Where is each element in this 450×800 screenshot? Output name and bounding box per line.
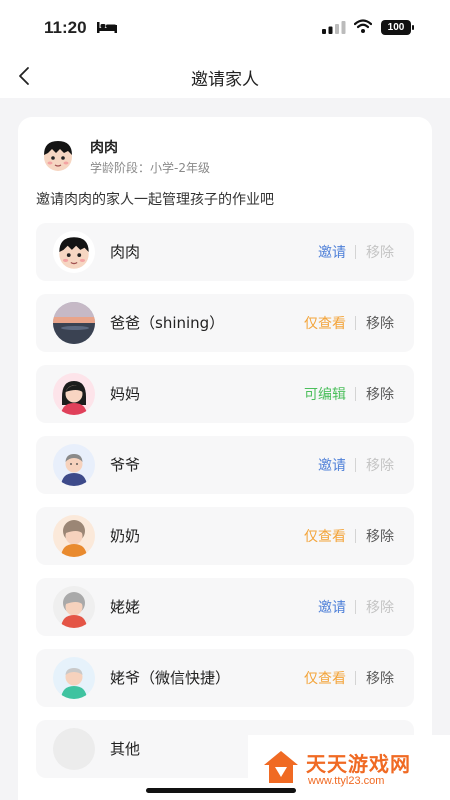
dad-avatar xyxy=(53,302,95,344)
view-only-permission[interactable]: 仅查看 xyxy=(304,526,346,546)
divider xyxy=(355,529,356,543)
remove-button[interactable]: 移除 xyxy=(366,668,394,688)
divider xyxy=(355,458,356,472)
status-bar: 11:20 100 xyxy=(0,0,450,54)
mom-avatar xyxy=(53,373,95,415)
divider xyxy=(355,316,356,330)
remove-button[interactable]: 移除 xyxy=(366,384,394,404)
view-only-permission[interactable]: 仅查看 xyxy=(304,313,346,333)
child-name: 肉肉 xyxy=(90,140,118,156)
family-row-rourou[interactable]: 肉肉 邀请 移除 xyxy=(36,223,414,281)
family-row-maternal-grandpa[interactable]: 姥爷（微信快捷） 仅查看 移除 xyxy=(36,649,414,707)
invite-button[interactable]: 邀请 xyxy=(318,597,346,617)
editable-permission[interactable]: 可编辑 xyxy=(304,384,346,404)
cellular-signal-icon xyxy=(322,21,346,34)
home-indicator[interactable] xyxy=(146,788,296,793)
family-row-grandpa[interactable]: 爷爷 邀请 移除 xyxy=(36,436,414,494)
member-name: 奶奶 xyxy=(110,527,141,545)
family-row-grandma[interactable]: 奶奶 仅查看 移除 xyxy=(36,507,414,565)
member-name: 爸爸（shining） xyxy=(110,314,225,332)
remove-button[interactable]: 移除 xyxy=(366,313,394,333)
child-avatar xyxy=(38,135,78,175)
watermark-url: www.ttyl23.com xyxy=(308,775,385,787)
remove-button[interactable]: 移除 xyxy=(366,597,394,617)
wifi-icon xyxy=(354,19,372,33)
member-name: 姥姥 xyxy=(110,598,141,616)
nav-bar: 邀请家人 xyxy=(0,54,450,98)
grandma-avatar xyxy=(53,515,95,557)
family-row-dad[interactable]: 爸爸（shining） 仅查看 移除 xyxy=(36,294,414,352)
watermark-logo-icon xyxy=(264,751,298,783)
status-time: 11:20 xyxy=(44,18,87,37)
view-only-permission[interactable]: 仅查看 xyxy=(304,668,346,688)
remove-button[interactable]: 移除 xyxy=(366,455,394,475)
page-title: 邀请家人 xyxy=(191,70,259,90)
grandpa-avatar xyxy=(53,444,95,486)
invite-tip: 邀请肉肉的家人一起管理孩子的作业吧 xyxy=(36,192,274,208)
invite-card: 肉肉 学龄阶段：小学-2年级 邀请肉肉的家人一起管理孩子的作业吧 肉肉 邀请 移… xyxy=(18,117,432,800)
divider xyxy=(355,600,356,614)
member-name: 妈妈 xyxy=(110,385,141,403)
battery-icon: 100 xyxy=(381,20,414,35)
remove-button[interactable]: 移除 xyxy=(366,526,394,546)
divider xyxy=(355,671,356,685)
rourou-avatar xyxy=(53,231,95,273)
member-name: 爷爷 xyxy=(110,456,141,474)
member-name: 肉肉 xyxy=(110,243,141,261)
invite-button[interactable]: 邀请 xyxy=(318,242,346,262)
remove-button[interactable]: 移除 xyxy=(366,242,394,262)
sleep-mode-icon xyxy=(97,22,117,33)
family-row-mom[interactable]: 妈妈 可编辑 移除 xyxy=(36,365,414,423)
divider xyxy=(355,245,356,259)
member-name: 姥爷（微信快捷） xyxy=(110,669,231,687)
member-name: 其他 xyxy=(110,740,141,758)
watermark-title: 天天游戏网 xyxy=(306,752,411,776)
maternal-grandpa-avatar xyxy=(53,657,95,699)
divider xyxy=(355,387,356,401)
invite-button[interactable]: 邀请 xyxy=(318,455,346,475)
family-row-maternal-grandma[interactable]: 姥姥 邀请 移除 xyxy=(36,578,414,636)
maternal-grandma-avatar xyxy=(53,586,95,628)
child-school-stage: 学龄阶段：小学-2年级 xyxy=(90,161,210,175)
other-avatar-placeholder xyxy=(53,728,95,770)
